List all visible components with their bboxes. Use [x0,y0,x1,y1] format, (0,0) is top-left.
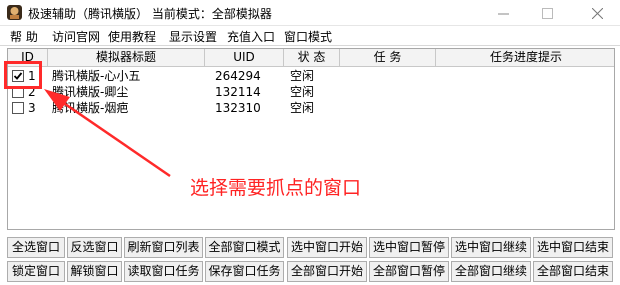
menu-bar: 帮 助 访问官网 使用教程 显示设置 充值入口 窗口模式 [0,26,620,46]
resume-selected-button[interactable]: 选中窗口继续 [451,237,531,258]
column-header-task[interactable]: 任 务 [340,49,436,67]
row-status: 空闲 [290,85,315,99]
minimize-icon[interactable] [480,0,526,26]
app-logo-icon [7,5,22,20]
row-uid: 132310 [215,101,261,115]
annotation-text: 选择需要抓点的窗口 [190,177,362,199]
title-bar: 极速辅助（腾讯横版） 当前模式：全部模拟器 [0,0,620,26]
row-id: 3 [28,101,36,115]
menu-window-mode[interactable]: 窗口模式 [284,28,332,45]
column-header-title[interactable]: 模拟器标题 [48,49,205,67]
close-icon[interactable] [574,0,620,26]
menu-official-site[interactable]: 访问官网 [52,28,100,45]
column-header-progress[interactable]: 任务进度提示 [436,49,614,67]
menu-recharge[interactable]: 充值入口 [227,28,275,45]
column-header-uid[interactable]: UID [205,49,284,67]
resume-all-button[interactable]: 全部窗口继续 [451,261,531,282]
stop-all-button[interactable]: 全部窗口结束 [533,261,613,282]
menu-tutorial[interactable]: 使用教程 [108,28,156,45]
pause-all-button[interactable]: 全部窗口暂停 [369,261,449,282]
load-window-task-button[interactable]: 读取窗口任务 [124,261,203,282]
row-uid: 132114 [215,85,261,99]
menu-display-settings[interactable]: 显示设置 [169,28,217,45]
start-all-button[interactable]: 全部窗口开始 [287,261,367,282]
unlock-window-button[interactable]: 解锁窗口 [67,261,122,282]
menu-help[interactable]: 帮 助 [10,28,38,45]
row-title: 腾讯横版-卿尘 [52,85,129,99]
row-title: 腾讯横版-烟疤 [52,101,129,115]
row-uid: 264294 [215,69,261,83]
lock-window-button[interactable]: 锁定窗口 [7,261,65,282]
save-window-task-button[interactable]: 保存窗口任务 [205,261,284,282]
maximize-icon[interactable] [524,0,570,26]
invert-selection-button[interactable]: 反选窗口 [67,237,122,258]
row-title: 腾讯横版-心小五 [52,69,141,83]
pause-selected-button[interactable]: 选中窗口暂停 [369,237,449,258]
highlight-box [4,61,42,89]
all-window-mode-button[interactable]: 全部窗口模式 [205,237,284,258]
row-checkbox[interactable] [12,102,24,114]
emulator-list[interactable]: ID 模拟器标题 UID 状 态 任 务 任务进度提示 1 腾讯横版-心小五 2… [7,48,615,230]
row-status: 空闲 [290,69,315,83]
column-header-status[interactable]: 状 态 [284,49,340,67]
stop-selected-button[interactable]: 选中窗口结束 [533,237,613,258]
select-all-windows-button[interactable]: 全选窗口 [7,237,65,258]
start-selected-button[interactable]: 选中窗口开始 [287,237,367,258]
row-status: 空闲 [290,101,315,115]
refresh-window-list-button[interactable]: 刷新窗口列表 [124,237,203,258]
window-title: 极速辅助（腾讯横版） 当前模式：全部模拟器 [28,7,272,21]
